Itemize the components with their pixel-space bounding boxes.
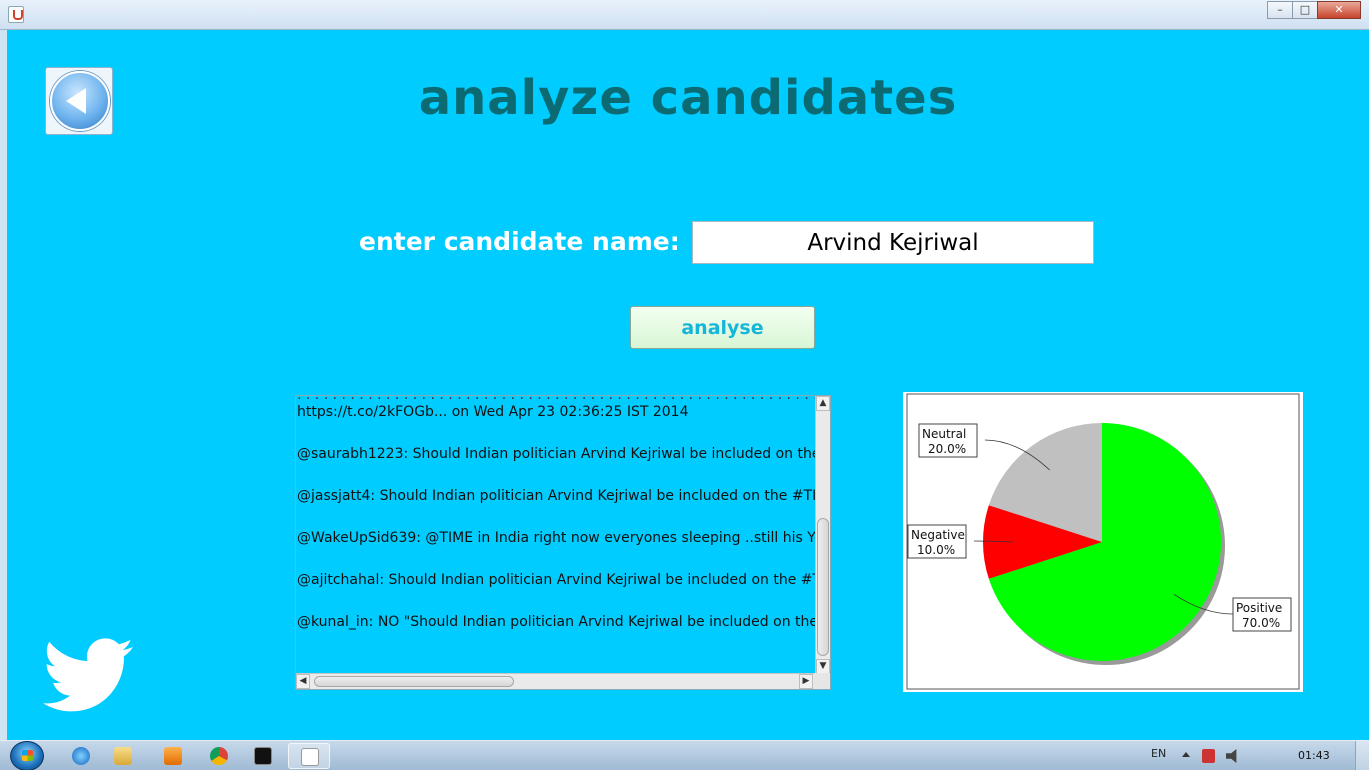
java-app-icon [8, 6, 24, 23]
start-button[interactable] [10, 741, 44, 770]
pie-label-value: 20.0% [928, 442, 966, 456]
pie-label-name: Negative [911, 528, 965, 542]
analyse-button[interactable]: analyse [630, 306, 815, 349]
tweet-line: @jassjatt4: Should Indian politician Arv… [297, 488, 815, 504]
sentiment-pie-chart: Positive 70.0% Negative 10.0% Neutral 20.0% [903, 392, 1303, 692]
taskbar-explorer[interactable] [102, 743, 144, 769]
close-icon: ✕ [1334, 3, 1344, 16]
ie-icon [72, 747, 90, 765]
windows-taskbar: EN 01:43 [0, 740, 1369, 770]
taskbar-cmd[interactable] [242, 743, 284, 769]
pie-label-value: 70.0% [1242, 616, 1280, 630]
explorer-folder-icon [114, 747, 132, 765]
taskbar-chrome[interactable] [198, 743, 240, 769]
minimize-icon: – [1277, 3, 1283, 16]
scroll-up-icon[interactable]: ▲ [816, 396, 830, 411]
taskbar-media-player[interactable] [152, 743, 194, 769]
window-controls: – □ ✕ [1267, 1, 1361, 19]
network-icon[interactable] [1202, 749, 1215, 763]
volume-icon[interactable] [1226, 749, 1237, 763]
minimize-button[interactable]: – [1267, 1, 1293, 19]
cmd-icon [254, 747, 272, 765]
page-title: analyze candidates [418, 70, 958, 126]
horizontal-scroll-thumb[interactable] [314, 676, 514, 687]
scroll-left-icon[interactable]: ◀ [296, 674, 310, 689]
tweet-line: @WakeUpSid639: @TIME in India right now … [297, 530, 815, 546]
tweets-content: . . . . . . . . . . . . . . . . . . . . … [296, 396, 815, 674]
tweet-line: https://t.co/2kFOGb... on Wed Apr 23 02:… [297, 404, 689, 420]
taskbar-ie[interactable] [60, 743, 102, 769]
twitter-bird-icon [43, 638, 133, 712]
java-app-icon [301, 748, 319, 766]
maximize-icon: □ [1299, 3, 1311, 16]
tweet-line: @saurabh1223: Should Indian politician A… [297, 446, 815, 462]
scroll-down-icon[interactable]: ▼ [816, 659, 830, 674]
tray-expand-icon[interactable] [1182, 752, 1190, 757]
close-button[interactable]: ✕ [1317, 1, 1361, 19]
pie-label-name: Neutral [922, 427, 966, 441]
tweet-line: @kunal_in: NO "Should Indian politician … [297, 614, 815, 630]
maximize-button[interactable]: □ [1292, 1, 1318, 19]
clock[interactable]: 01:43 [1298, 749, 1330, 762]
candidate-name-input[interactable] [692, 221, 1094, 264]
media-player-icon [164, 747, 182, 765]
pie-label-value: 10.0% [917, 543, 955, 557]
scroll-right-icon[interactable]: ▶ [799, 674, 813, 689]
tweet-line-partial: . . . . . . . . . . . . . . . . . . . . … [297, 396, 815, 403]
language-indicator[interactable]: EN [1151, 747, 1166, 760]
pie-label-name: Positive [1236, 601, 1282, 615]
chrome-icon [210, 747, 228, 765]
pie-chart-svg: Positive70.0% Negative10.0% Neutral20.0% [906, 393, 1300, 690]
scroll-corner [814, 673, 830, 689]
vertical-scroll-thumb[interactable] [817, 518, 829, 656]
candidate-name-label: enter candidate name: [359, 227, 680, 256]
taskbar-java-app[interactable] [288, 743, 330, 769]
window-titlebar: – □ ✕ [0, 0, 1369, 30]
vertical-scrollbar[interactable]: ▲ ▼ [815, 396, 830, 676]
tweet-line: @ajitchahal: Should Indian politician Ar… [297, 572, 815, 588]
horizontal-scrollbar[interactable]: ◀ ▶ [296, 673, 815, 689]
tweets-text-area[interactable]: . . . . . . . . . . . . . . . . . . . . … [295, 395, 831, 690]
app-client-area: analyze candidates enter candidate name:… [7, 30, 1369, 740]
show-desktop-button[interactable] [1355, 741, 1369, 770]
